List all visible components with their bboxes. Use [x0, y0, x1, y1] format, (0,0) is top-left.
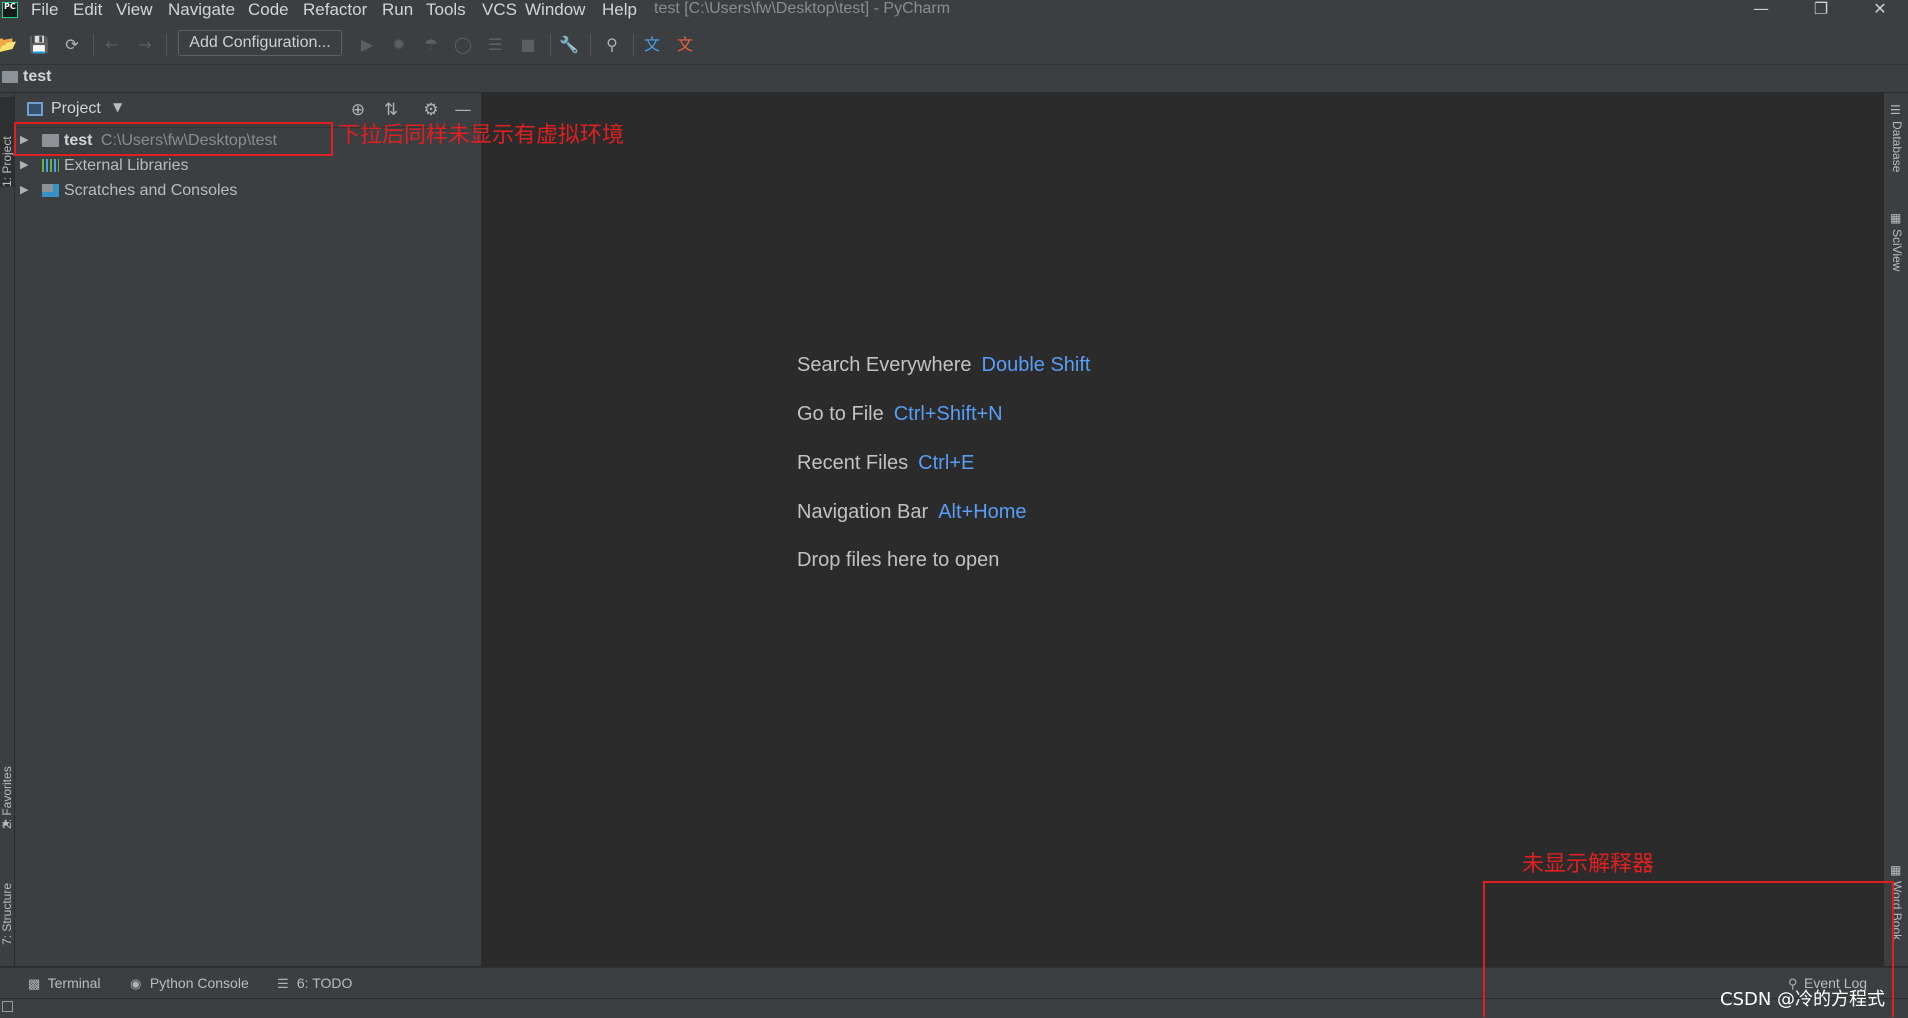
- translate-icon[interactable]: 文: [641, 34, 663, 56]
- tab-python-console[interactable]: ◉ Python Console: [130, 975, 249, 993]
- search-icon[interactable]: ⚲: [601, 34, 623, 56]
- hint-recent-files: Recent Files Ctrl+E: [797, 452, 974, 482]
- library-icon: [42, 159, 59, 172]
- tab-structure[interactable]: 7: Structure: [0, 855, 14, 945]
- terminal-icon: ▩: [28, 976, 41, 991]
- menu-tools[interactable]: Tools: [426, 0, 466, 20]
- back-icon[interactable]: ←: [101, 34, 123, 56]
- menu-bar: PC File Edit View Navigate Code Refactor…: [0, 0, 1908, 26]
- folder-icon: [2, 71, 18, 83]
- run-coverage-icon[interactable]: ☂: [420, 34, 442, 56]
- menu-help[interactable]: Help: [602, 0, 637, 20]
- tree-item-external-libraries[interactable]: ▶ External Libraries: [15, 153, 481, 178]
- toggle-tool-windows-icon[interactable]: [2, 1001, 13, 1012]
- project-tool-window: Project ▼ ⊕ ⇅ ⚙ — ▶ test C:\Users\fw\Des…: [15, 93, 482, 966]
- hint-label: Go to File: [797, 403, 884, 425]
- concurrency-icon[interactable]: ☰: [484, 34, 506, 56]
- hint-shortcut: Alt+Home: [938, 501, 1027, 523]
- menu-view[interactable]: View: [116, 0, 153, 20]
- menu-window[interactable]: Window: [525, 0, 585, 20]
- hint-navigation-bar: Navigation Bar Alt+Home: [797, 501, 1027, 531]
- hint-search-everywhere: Search Everywhere Double Shift: [797, 354, 1091, 384]
- scratches-icon: [42, 184, 59, 197]
- minimize-icon[interactable]: —: [1733, 0, 1789, 20]
- python-icon: ◉: [130, 976, 142, 991]
- tree-item-label: Scratches and Consoles: [64, 182, 238, 199]
- menu-file[interactable]: File: [31, 0, 58, 20]
- sciview-icon: ▦: [1890, 211, 1902, 225]
- toolbar-separator: [590, 34, 591, 56]
- toolbar-separator: [550, 34, 551, 56]
- annotation-interpreter-note: 未显示解释器: [1522, 852, 1655, 877]
- profile-icon[interactable]: ◯: [452, 34, 474, 56]
- menu-run[interactable]: Run: [382, 0, 413, 20]
- main-toolbar: 📂 💾 ⟳ ← → Add Configuration... ▶ ✹ ☂ ◯ ☰…: [0, 26, 1908, 65]
- add-configuration-button[interactable]: Add Configuration...: [178, 30, 342, 56]
- project-panel-title[interactable]: Project: [51, 100, 101, 118]
- tab-database[interactable]: Database: [1890, 121, 1904, 172]
- todo-list-icon: ☰: [277, 976, 289, 991]
- chevron-down-icon[interactable]: ▼: [113, 100, 122, 114]
- watermark: CSDN @冷的方程式: [1720, 989, 1886, 1010]
- window-title: test [C:\Users\fw\Desktop\test] - PyChar…: [654, 0, 951, 17]
- close-icon[interactable]: ✕: [1852, 0, 1908, 20]
- menu-edit[interactable]: Edit: [73, 0, 102, 20]
- hint-label: Navigation Bar: [797, 501, 929, 523]
- menu-code[interactable]: Code: [248, 0, 289, 20]
- hint-label: Drop files here to open: [797, 549, 1000, 571]
- tab-sciview[interactable]: SciView: [1890, 229, 1904, 271]
- tab-label: Python Console: [149, 975, 249, 991]
- hint-go-to-file: Go to File Ctrl+Shift+N: [797, 403, 1003, 433]
- run-icon[interactable]: ▶: [356, 34, 378, 56]
- open-folder-icon[interactable]: 📂: [0, 34, 18, 56]
- forward-icon[interactable]: →: [134, 34, 156, 56]
- restore-icon[interactable]: ❐: [1793, 0, 1849, 20]
- left-tool-stripe: 1: Project 2: Favorites ★ 7: Structure: [0, 93, 15, 966]
- tab-project[interactable]: 1: Project: [0, 97, 14, 187]
- chevron-right-icon[interactable]: ▶: [20, 178, 28, 203]
- toolbar-separator: [633, 34, 634, 56]
- navigation-bar: test: [0, 65, 1908, 93]
- hint-label: Recent Files: [797, 452, 909, 474]
- tab-favorites[interactable]: 2: Favorites: [0, 733, 14, 829]
- tree-item-scratches[interactable]: ▶ Scratches and Consoles: [15, 178, 481, 203]
- tree-item-label: External Libraries: [64, 157, 189, 174]
- star-icon: ★: [1, 817, 11, 830]
- synchronize-icon[interactable]: ⟳: [61, 34, 83, 56]
- tab-terminal[interactable]: ▩ Terminal: [28, 975, 101, 993]
- hint-shortcut: Double Shift: [981, 354, 1091, 376]
- debug-icon[interactable]: ✹: [388, 34, 410, 56]
- hint-shortcut: Ctrl+Shift+N: [893, 403, 1003, 425]
- menu-refactor[interactable]: Refactor: [303, 0, 367, 20]
- editor-area[interactable]: Search Everywhere Double Shift Go to File…: [482, 93, 1882, 966]
- project-view-icon: [27, 102, 43, 116]
- hint-shortcut: Ctrl+E: [918, 452, 975, 474]
- stop-icon[interactable]: ■: [517, 34, 539, 56]
- translate-replace-icon[interactable]: 文: [674, 34, 696, 56]
- chevron-right-icon[interactable]: ▶: [20, 153, 28, 178]
- tab-label: Terminal: [47, 975, 101, 991]
- right-tool-stripe: ☰ Database ▦ SciView ▦ Word Book: [1883, 93, 1908, 966]
- toolbar-separator: [93, 34, 94, 56]
- tab-todo[interactable]: ☰ 6: TODO: [277, 975, 352, 993]
- tab-label: 6: TODO: [296, 975, 353, 991]
- save-all-icon[interactable]: 💾: [28, 34, 50, 56]
- annotation-tree-note: 下拉后同样未显示有虚拟环境: [338, 123, 625, 148]
- toolbar-separator: [166, 34, 167, 56]
- menu-vcs[interactable]: VCS: [482, 0, 517, 20]
- hint-label: Search Everywhere: [797, 354, 972, 376]
- annotation-box-tree: [14, 122, 333, 156]
- database-icon: ☰: [1890, 103, 1901, 117]
- settings-wrench-icon[interactable]: 🔧: [558, 34, 580, 56]
- menu-navigate[interactable]: Navigate: [168, 0, 235, 20]
- wordbook-icon: ▦: [1890, 863, 1902, 877]
- pycharm-logo-icon: PC: [2, 2, 18, 18]
- breadcrumb-project[interactable]: test: [23, 68, 51, 86]
- hint-drop-files: Drop files here to open: [797, 549, 999, 579]
